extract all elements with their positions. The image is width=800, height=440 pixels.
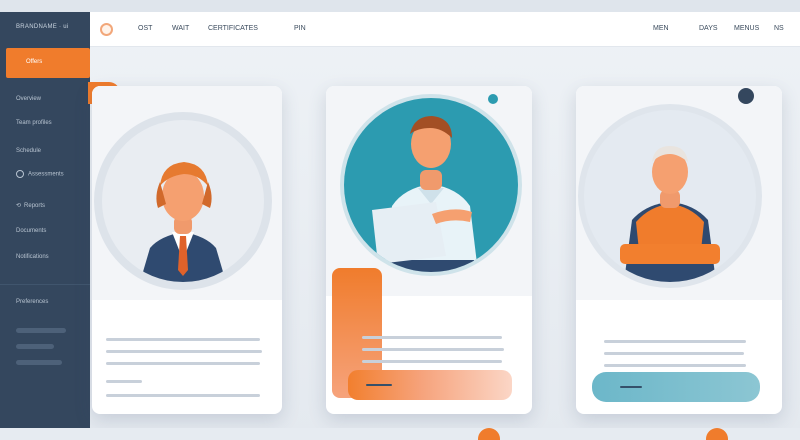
bottom-strip <box>0 428 800 440</box>
sidebar-placeholder-line <box>16 360 62 365</box>
sidebar-item-label: Assessments <box>28 171 64 178</box>
sidebar-item-reports[interactable]: ⟲ Reports <box>16 202 86 216</box>
text-placeholder-line <box>106 350 262 353</box>
sidebar-item-label: Documents <box>16 228 47 234</box>
primary-button-orange[interactable] <box>348 370 512 400</box>
text-placeholder-line <box>604 352 744 355</box>
person-icon <box>140 162 226 282</box>
sidebar-item-schedule[interactable]: Schedule <box>16 148 86 162</box>
status-dot <box>738 88 754 104</box>
person-icon <box>620 146 720 282</box>
profile-card-2[interactable] <box>326 86 532 414</box>
top-bar: OST WAIT CERTIFICATES PIN MEN DAYS MENUS… <box>90 12 800 47</box>
sidebar-divider <box>0 284 90 285</box>
text-placeholder-line <box>362 348 504 351</box>
nav-link[interactable]: CERTIFICATES <box>208 25 258 32</box>
profile-card-1[interactable] <box>92 86 282 414</box>
nav-link[interactable]: OST <box>138 25 152 32</box>
button-dash-icon <box>620 386 642 388</box>
sidebar-placeholder-line <box>16 328 66 333</box>
text-placeholder-line <box>106 362 260 365</box>
sidebar-item-label: Notifications <box>16 254 49 260</box>
text-placeholder-line <box>106 394 260 397</box>
profile-card-3[interactable] <box>576 86 782 414</box>
text-placeholder-line <box>106 380 142 383</box>
sidebar-placeholder-line <box>16 344 54 349</box>
sidebar-item-label: Reports <box>24 203 46 209</box>
status-dot <box>488 94 498 104</box>
text-placeholder-line <box>604 340 746 343</box>
nav-link[interactable]: MENUS <box>734 25 759 32</box>
sidebar-item-active[interactable]: Offers <box>6 48 90 78</box>
button-dash-icon <box>366 384 392 386</box>
sidebar-item-label: Overview <box>16 96 42 102</box>
sidebar-item-overview[interactable]: Overview <box>16 96 86 110</box>
text-placeholder-line <box>106 338 260 341</box>
text-placeholder-line <box>362 336 502 339</box>
sidebar-item-label: Schedule <box>16 148 42 154</box>
avatar <box>102 120 264 282</box>
text-placeholder-line <box>362 360 502 363</box>
link-icon: ⟲ <box>16 203 22 209</box>
circle-icon <box>16 170 24 178</box>
sidebar-item-notifications[interactable]: Notifications <box>16 254 86 268</box>
sidebar-item-preferences[interactable]: Preferences <box>16 299 86 313</box>
nav-link[interactable]: NS <box>774 25 784 32</box>
nav-link[interactable]: PIN <box>294 25 306 32</box>
sidebar-item-label: Team profiles <box>16 120 52 126</box>
primary-button-teal[interactable] <box>592 372 760 402</box>
app-window: BRANDNAME · ui Offers Overview Team prof… <box>0 12 800 440</box>
sidebar-item-documents[interactable]: Documents <box>16 228 86 242</box>
sidebar: BRANDNAME · ui Offers Overview Team prof… <box>0 12 90 440</box>
sidebar-brand: BRANDNAME · ui <box>16 24 69 30</box>
sidebar-item-assessments[interactable]: Assessments <box>16 170 86 184</box>
text-placeholder-line <box>604 364 746 367</box>
logo-icon <box>100 23 113 36</box>
avatar <box>344 98 518 272</box>
nav-link[interactable]: MEN <box>653 25 669 32</box>
sidebar-item-label: Preferences <box>16 299 49 305</box>
nav-link[interactable]: WAIT <box>172 25 189 32</box>
sidebar-item-label: Offers <box>26 59 43 65</box>
avatar <box>584 110 756 282</box>
nav-link[interactable]: DAYS <box>699 25 718 32</box>
person-icon <box>372 116 478 272</box>
sidebar-item-team-profiles[interactable]: Team profiles <box>16 120 86 134</box>
